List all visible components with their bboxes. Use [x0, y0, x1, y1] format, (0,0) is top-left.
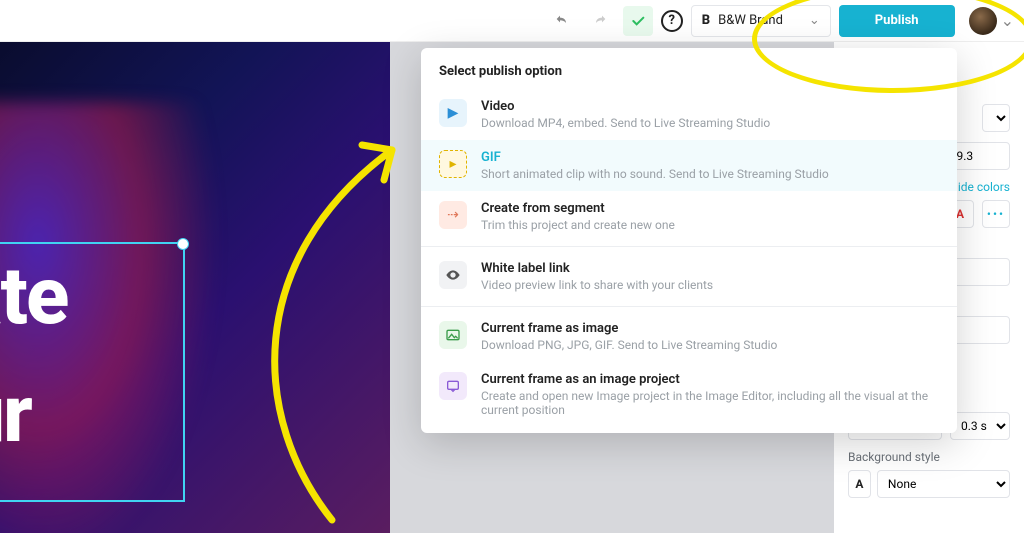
delay-value-select[interactable]: 0.3 s [950, 412, 1010, 440]
avatar [969, 7, 997, 35]
saved-indicator[interactable] [623, 6, 653, 36]
help-button[interactable]: ? [661, 10, 683, 32]
popover-title: Select publish option [421, 48, 957, 89]
option-title: GIF [481, 150, 829, 165]
publish-option-frame-project[interactable]: Current frame as an image project Create… [421, 362, 957, 427]
brand-selector[interactable]: B B&W Brand ⌄ [691, 5, 831, 37]
brand-prefix: B [702, 13, 710, 28]
publish-option-video[interactable]: ▶ Video Download MP4, embed. Send to Liv… [421, 89, 957, 140]
canvas-text: ate ur [0, 252, 67, 458]
option-desc: Trim this project and create new one [481, 218, 675, 232]
canvas-text-line1: ate [0, 249, 67, 343]
option-desc: Download MP4, embed. Send to Live Stream… [481, 116, 770, 130]
undo-button[interactable] [547, 6, 577, 36]
option-desc: Download PNG, JPG, GIF. Send to Live Str… [481, 338, 777, 352]
option-title: Current frame as image [481, 321, 777, 336]
canvas-text-line2: ur [0, 370, 67, 458]
publish-option-gif[interactable]: ▸ GIF Short animated clip with no sound.… [421, 140, 957, 191]
project-icon [439, 372, 467, 400]
divider [421, 306, 957, 307]
publish-option-frame-image[interactable]: Current frame as image Download PNG, JPG… [421, 311, 957, 362]
play-square-icon: ▶ [439, 99, 467, 127]
gif-play-icon: ▸ [439, 150, 467, 178]
chevron-down-icon: ⌄ [809, 13, 820, 28]
brand-name: B&W Brand [718, 13, 783, 28]
divider [421, 246, 957, 247]
redo-button[interactable] [585, 6, 615, 36]
label-bg-style: Background style [848, 450, 1010, 464]
bg-style-chip: A [848, 470, 871, 498]
account-menu[interactable]: ⌄ [963, 7, 1014, 35]
redo-icon [592, 13, 608, 29]
bg-style-select[interactable]: None [877, 470, 1010, 498]
option-title: White label link [481, 261, 713, 276]
segment-icon: ⇢ [439, 201, 467, 229]
publish-option-segment[interactable]: ⇢ Create from segment Trim this project … [421, 191, 957, 242]
publish-button[interactable]: Publish [839, 5, 955, 37]
top-bar: ? B B&W Brand ⌄ Publish ⌄ [0, 0, 1024, 42]
option-desc: Create and open new Image project in the… [481, 389, 939, 417]
option-title: Video [481, 99, 770, 114]
option-title: Create from segment [481, 201, 675, 216]
image-icon [439, 321, 467, 349]
more-colors-button[interactable]: ••• [982, 200, 1010, 228]
publish-option-whitelabel[interactable]: White label link Video preview link to s… [421, 251, 957, 302]
publish-popover: Select publish option ▶ Video Download M… [421, 48, 957, 433]
check-icon [630, 13, 646, 29]
option-desc: Video preview link to share with your cl… [481, 278, 713, 292]
eye-icon [439, 261, 467, 289]
option-desc: Short animated clip with no sound. Send … [481, 167, 829, 181]
option-title: Current frame as an image project [481, 372, 939, 387]
select-generic[interactable] [982, 104, 1010, 132]
chevron-down-icon: ⌄ [1001, 11, 1014, 30]
canvas-preview[interactable]: ate ur [0, 42, 390, 533]
undo-icon [554, 13, 570, 29]
